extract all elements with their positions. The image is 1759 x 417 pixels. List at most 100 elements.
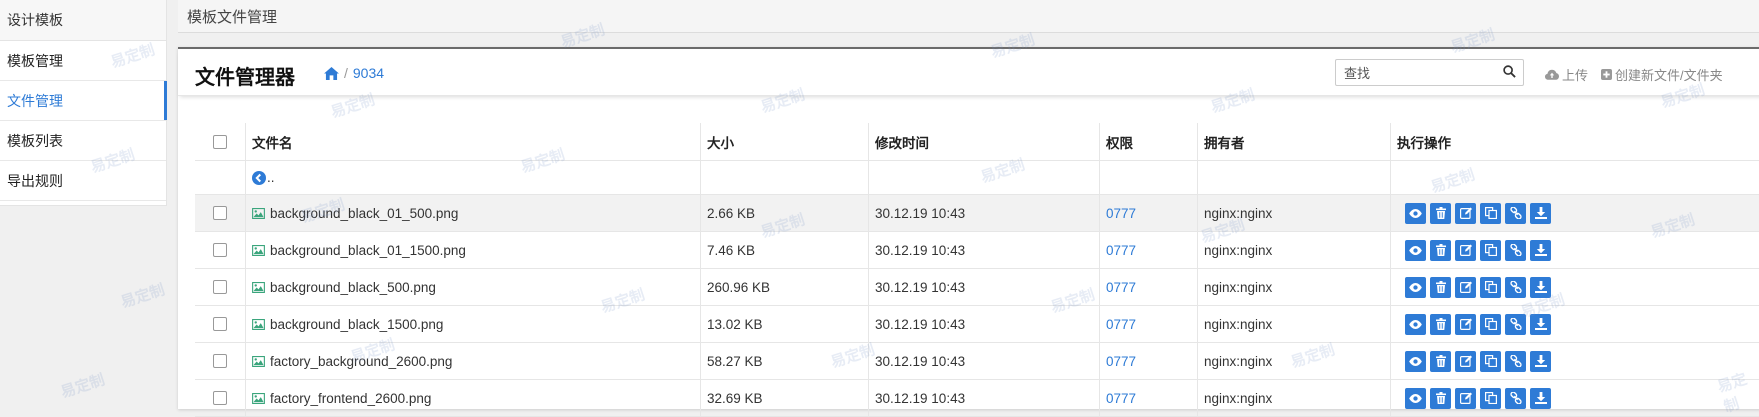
- edit-icon: [1459, 392, 1472, 404]
- sidebar-item-file-manage[interactable]: 文件管理: [0, 81, 167, 121]
- edit-icon: [1459, 355, 1472, 367]
- trash-icon: [1435, 355, 1446, 367]
- copy-button[interactable]: [1480, 313, 1501, 335]
- table-row[interactable]: factory_background_2600.png 58.27 KB 30.…: [195, 343, 1759, 380]
- file-name[interactable]: background_black_500.png: [270, 280, 436, 295]
- link-button[interactable]: [1505, 202, 1526, 224]
- trash-button[interactable]: [1430, 313, 1451, 335]
- download-button[interactable]: [1530, 313, 1551, 335]
- eye-button[interactable]: [1405, 276, 1426, 298]
- file-manager-panel: 文件管理器 / 9034 上传 创建新文件/文件夹: [178, 47, 1759, 417]
- table-row[interactable]: background_black_500.png 260.96 KB 30.12…: [195, 269, 1759, 306]
- row-checkbox[interactable]: [213, 354, 227, 368]
- trash-button[interactable]: [1430, 387, 1451, 409]
- file-name[interactable]: factory_frontend_2600.png: [270, 391, 431, 406]
- eye-button[interactable]: [1405, 239, 1426, 261]
- link-button[interactable]: [1505, 313, 1526, 335]
- file-owner: nginx:nginx: [1198, 232, 1391, 268]
- copy-button[interactable]: [1480, 202, 1501, 224]
- file-mtime: 30.12.19 10:43: [869, 343, 1100, 379]
- file-permission[interactable]: 0777: [1106, 206, 1136, 221]
- column-header-owner[interactable]: 拥有者: [1198, 123, 1391, 160]
- file-size: 2.66 KB: [701, 195, 869, 231]
- file-permission[interactable]: 0777: [1106, 280, 1136, 295]
- table-row[interactable]: background_black_01_500.png 2.66 KB 30.1…: [195, 195, 1759, 232]
- file-mtime: 30.12.19 10:43: [869, 269, 1100, 305]
- file-name[interactable]: background_black_01_1500.png: [270, 243, 466, 258]
- link-icon: [1509, 244, 1522, 256]
- eye-button[interactable]: [1405, 313, 1426, 335]
- search-icon[interactable]: [1503, 65, 1516, 81]
- column-header-perm[interactable]: 权限: [1100, 123, 1198, 160]
- table-row[interactable]: background_black_1500.png 13.02 KB 30.12…: [195, 306, 1759, 343]
- link-button[interactable]: [1505, 276, 1526, 298]
- file-owner: nginx:nginx: [1198, 195, 1391, 231]
- column-header-size[interactable]: 大小: [701, 123, 869, 160]
- eye-button[interactable]: [1405, 350, 1426, 372]
- file-name[interactable]: factory_background_2600.png: [270, 354, 452, 369]
- link-icon: [1509, 281, 1522, 293]
- file-permission[interactable]: 0777: [1106, 354, 1136, 369]
- edit-button[interactable]: [1455, 350, 1476, 372]
- row-checkbox[interactable]: [213, 243, 227, 257]
- trash-button[interactable]: [1430, 276, 1451, 298]
- row-checkbox[interactable]: [213, 391, 227, 405]
- trash-button[interactable]: [1430, 350, 1451, 372]
- link-button[interactable]: [1505, 239, 1526, 261]
- trash-icon: [1435, 207, 1446, 219]
- eye-button[interactable]: [1405, 387, 1426, 409]
- file-owner: nginx:nginx: [1198, 269, 1391, 305]
- breadcrumb-current[interactable]: 9034: [353, 65, 384, 81]
- edit-button[interactable]: [1455, 239, 1476, 261]
- download-button[interactable]: [1530, 350, 1551, 372]
- home-icon[interactable]: [324, 66, 339, 80]
- file-mtime: 30.12.19 10:43: [869, 232, 1100, 268]
- panel-header: 文件管理器 / 9034 上传 创建新文件/文件夹: [178, 49, 1759, 96]
- search-box: [1335, 59, 1524, 86]
- download-button[interactable]: [1530, 276, 1551, 298]
- row-actions: [1397, 350, 1551, 372]
- sidebar-item-template-list[interactable]: 模板列表: [0, 121, 166, 161]
- sidebar-item-export-rules[interactable]: 导出规则: [0, 161, 166, 201]
- row-checkbox[interactable]: [213, 317, 227, 331]
- table-row[interactable]: background_black_01_1500.png 7.46 KB 30.…: [195, 232, 1759, 269]
- arrow-left-circle-icon[interactable]: [252, 170, 266, 185]
- edit-button[interactable]: [1455, 387, 1476, 409]
- file-permission[interactable]: 0777: [1106, 391, 1136, 406]
- download-button[interactable]: [1530, 202, 1551, 224]
- table-row[interactable]: factory_frontend_2600.png 32.69 KB 30.12…: [195, 380, 1759, 417]
- download-button[interactable]: [1530, 387, 1551, 409]
- row-checkbox[interactable]: [213, 280, 227, 294]
- copy-button[interactable]: [1480, 276, 1501, 298]
- eye-button[interactable]: [1405, 202, 1426, 224]
- copy-button[interactable]: [1480, 239, 1501, 261]
- column-header-name[interactable]: 文件名: [246, 123, 701, 160]
- link-button[interactable]: [1505, 350, 1526, 372]
- file-name[interactable]: background_black_1500.png: [270, 317, 443, 332]
- file-permission[interactable]: 0777: [1106, 317, 1136, 332]
- download-button[interactable]: [1530, 239, 1551, 261]
- upload-button[interactable]: 上传: [1545, 65, 1588, 84]
- search-input[interactable]: [1336, 60, 1496, 86]
- trash-button[interactable]: [1430, 202, 1451, 224]
- column-header-mtime[interactable]: 修改时间: [869, 123, 1100, 160]
- create-button[interactable]: 创建新文件/文件夹: [1601, 65, 1723, 84]
- file-permission[interactable]: 0777: [1106, 243, 1136, 258]
- row-actions: [1397, 239, 1551, 261]
- file-name[interactable]: background_black_01_500.png: [270, 206, 458, 221]
- edit-button[interactable]: [1455, 276, 1476, 298]
- breadcrumb-separator: /: [344, 65, 348, 81]
- link-button[interactable]: [1505, 387, 1526, 409]
- trash-button[interactable]: [1430, 239, 1451, 261]
- edit-button[interactable]: [1455, 313, 1476, 335]
- page-title: 模板文件管理: [187, 9, 278, 26]
- file-mtime: 30.12.19 10:43: [869, 195, 1100, 231]
- copy-button[interactable]: [1480, 350, 1501, 372]
- copy-button[interactable]: [1480, 387, 1501, 409]
- sidebar-item-template-manage[interactable]: 模板管理: [0, 41, 166, 81]
- edit-button[interactable]: [1455, 202, 1476, 224]
- row-checkbox[interactable]: [213, 206, 227, 220]
- select-all-checkbox[interactable]: [213, 134, 227, 149]
- parent-directory-row[interactable]: ..: [195, 161, 1759, 195]
- parent-directory-link[interactable]: ..: [267, 170, 275, 185]
